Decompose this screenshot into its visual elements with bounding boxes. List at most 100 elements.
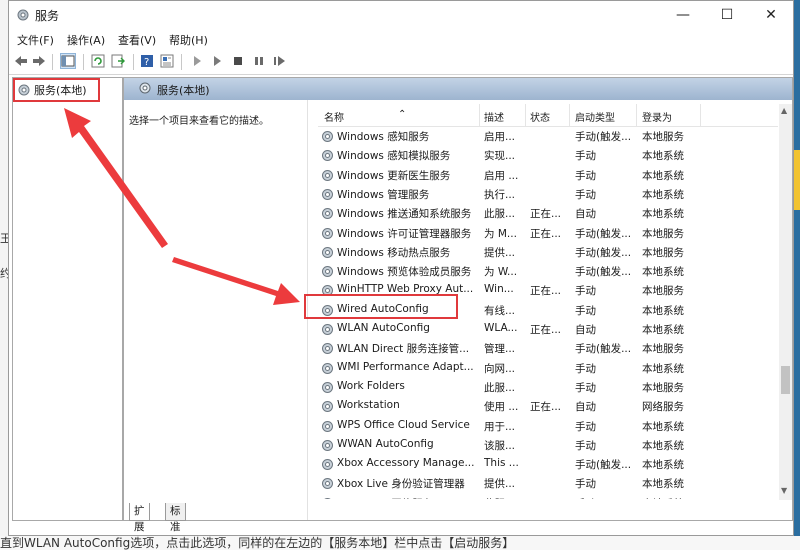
- column-status[interactable]: 状态: [530, 109, 550, 124]
- service-row[interactable]: WPS Office Cloud Service 用于... 手动 本地系统: [318, 417, 778, 436]
- service-name: Xbox Live 网络服务: [337, 496, 479, 499]
- service-status: 正在...: [530, 401, 562, 414]
- service-row[interactable]: Windows 预览体验成员服务为 W... 手动(触发... 本地系统: [318, 262, 778, 281]
- show-hide-console-tree-icon[interactable]: [60, 53, 76, 69]
- menu-file[interactable]: 文件(F): [17, 32, 54, 48]
- tab-standard[interactable]: 标准: [165, 503, 186, 533]
- gear-icon: [322, 439, 333, 451]
- refresh-icon[interactable]: [90, 53, 106, 69]
- service-startup: 手动: [575, 381, 596, 394]
- service-name: Windows 推送通知系统服务: [337, 208, 472, 221]
- gear-icon: [322, 459, 333, 471]
- service-logon: 本地系统: [642, 266, 684, 279]
- scroll-up-icon[interactable]: ▲: [781, 106, 787, 115]
- background-caption: 直到WLAN AutoConfig选项，点击此选项，同样的在左边的【服务本地】栏…: [0, 536, 800, 550]
- back-arrow-icon[interactable]: [13, 53, 29, 69]
- gear-icon: [323, 497, 332, 499]
- service-logon: 本地系统: [642, 478, 684, 491]
- service-name: Work Folders: [337, 379, 405, 392]
- services-pane: 服务(本地) 选择一个项目来查看它的描述。 ⌃ 名称 描述 状态 启动类型 登录…: [123, 77, 793, 521]
- gear-icon: [322, 343, 333, 355]
- service-name: Windows 感知模拟服务: [337, 150, 451, 163]
- help-icon[interactable]: ?: [139, 53, 155, 69]
- service-status: 正在...: [530, 324, 562, 336]
- service-desc: This ...: [484, 457, 519, 470]
- pane-header: 服务(本地): [124, 78, 792, 100]
- service-row[interactable]: Windows 许可证管理器服务为 M... 正在... 手动(触发... 本地服务: [318, 224, 778, 243]
- pause-service-icon[interactable]: [251, 53, 267, 69]
- service-desc: 有线...: [484, 304, 516, 317]
- service-logon: 本地系统: [642, 324, 684, 336]
- service-status: 正在...: [530, 208, 562, 221]
- service-row[interactable]: WLAN Direct 服务连接管... 管理... 手动(触发... 本地服务: [318, 339, 778, 358]
- service-logon: 本地系统: [642, 188, 684, 201]
- service-name: WPS Office Cloud Service: [337, 418, 470, 431]
- service-row[interactable]: Xbox Live 网络服务 此服... 手动 本地系统: [318, 494, 778, 499]
- start-service-alt-icon[interactable]: [209, 53, 225, 69]
- gear-icon: [322, 324, 333, 335]
- window-title: 服务: [35, 9, 60, 23]
- service-startup: 手动(触发...: [575, 459, 632, 472]
- service-row[interactable]: WMI Performance Adapt... 向网... 手动 本地系统: [318, 359, 778, 378]
- service-desc: 该服...: [484, 439, 516, 452]
- column-startup-type[interactable]: 启动类型: [575, 109, 615, 124]
- service-desc: 使用 ...: [484, 401, 519, 414]
- vertical-scrollbar[interactable]: ▲ ▼: [779, 104, 792, 500]
- service-startup: 手动: [575, 496, 635, 499]
- properties-icon[interactable]: [159, 53, 175, 69]
- menu-help[interactable]: 帮助(H): [169, 32, 208, 48]
- gear-icon: [322, 150, 333, 162]
- service-name: Xbox Live 身份验证管理器: [337, 478, 465, 491]
- service-startup: 手动: [575, 420, 596, 433]
- gear-icon: [322, 246, 333, 258]
- service-row[interactable]: Xbox Live 身份验证管理器 提供... 手动 本地系统: [318, 474, 778, 493]
- highlight-box: [13, 78, 100, 102]
- minimize-button[interactable]: —: [661, 1, 705, 30]
- tab-extended[interactable]: 扩展: [129, 503, 150, 533]
- column-logon-as[interactable]: 登录为: [642, 109, 672, 124]
- maximize-button[interactable]: ☐: [705, 1, 749, 30]
- column-description[interactable]: 描述: [484, 109, 504, 124]
- service-name: Windows 管理服务: [337, 188, 430, 201]
- service-row[interactable]: Windows 更新医生服务 启用 ... 手动 本地系统: [318, 166, 778, 185]
- scrollbar-thumb[interactable]: [781, 366, 790, 394]
- service-row[interactable]: Windows 管理服务 执行... 手动 本地系统: [318, 185, 778, 204]
- service-startup: 手动(触发...: [575, 131, 632, 143]
- gear-icon: [322, 169, 333, 181]
- service-desc: 管理...: [484, 343, 516, 356]
- service-startup: 手动: [575, 439, 596, 452]
- gear-icon: [322, 420, 333, 432]
- service-desc: 执行...: [484, 188, 516, 201]
- column-name[interactable]: 名称: [324, 109, 344, 124]
- service-row[interactable]: Windows 移动热点服务 提供... 手动(触发... 本地服务: [318, 243, 778, 262]
- service-row[interactable]: WWAN AutoConfig 该服... 手动 本地系统: [318, 436, 778, 455]
- service-row[interactable]: WLAN AutoConfig WLA... 正在... 自动 本地系统: [318, 320, 778, 339]
- menu-bar: 文件(F) 操作(A) 查看(V) 帮助(H): [9, 30, 793, 50]
- background-desktop: [794, 0, 800, 550]
- service-startup: 手动: [575, 362, 596, 375]
- service-logon: 本地系统: [642, 439, 684, 452]
- service-logon: 本地系统: [642, 420, 684, 433]
- gear-icon: [322, 401, 333, 413]
- forward-arrow-icon[interactable]: [31, 53, 47, 69]
- service-logon: 本地系统: [642, 169, 684, 182]
- close-button[interactable]: ✕: [749, 1, 793, 30]
- service-startup: 手动(触发...: [575, 246, 632, 259]
- service-desc: WLA...: [484, 322, 518, 334]
- service-row[interactable]: Xbox Accessory Manage... This ... 手动(触发...…: [318, 455, 778, 474]
- start-service-icon[interactable]: [189, 53, 205, 69]
- restart-service-icon[interactable]: [271, 53, 287, 69]
- menu-action[interactable]: 操作(A): [67, 32, 105, 48]
- menu-view[interactable]: 查看(V): [118, 32, 156, 48]
- scroll-down-icon[interactable]: ▼: [781, 486, 787, 495]
- stop-service-icon[interactable]: [230, 53, 246, 69]
- service-row[interactable]: Windows 推送通知系统服务 此服... 正在... 自动 本地系统: [318, 204, 778, 223]
- gear-icon: [322, 478, 333, 490]
- service-row[interactable]: Work Folders 此服... 手动 本地服务: [318, 378, 778, 397]
- service-row[interactable]: Windows 感知服务 启用... 手动(触发... 本地服务: [318, 127, 778, 146]
- title-bar: 服务 — ☐ ✕: [9, 1, 793, 30]
- export-list-icon[interactable]: [110, 53, 126, 69]
- service-row[interactable]: Workstation 使用 ... 正在... 自动 网络服务: [318, 397, 778, 416]
- service-row[interactable]: Windows 感知模拟服务 实现... 手动 本地系统: [318, 146, 778, 165]
- service-name: WWAN AutoConfig: [337, 437, 434, 450]
